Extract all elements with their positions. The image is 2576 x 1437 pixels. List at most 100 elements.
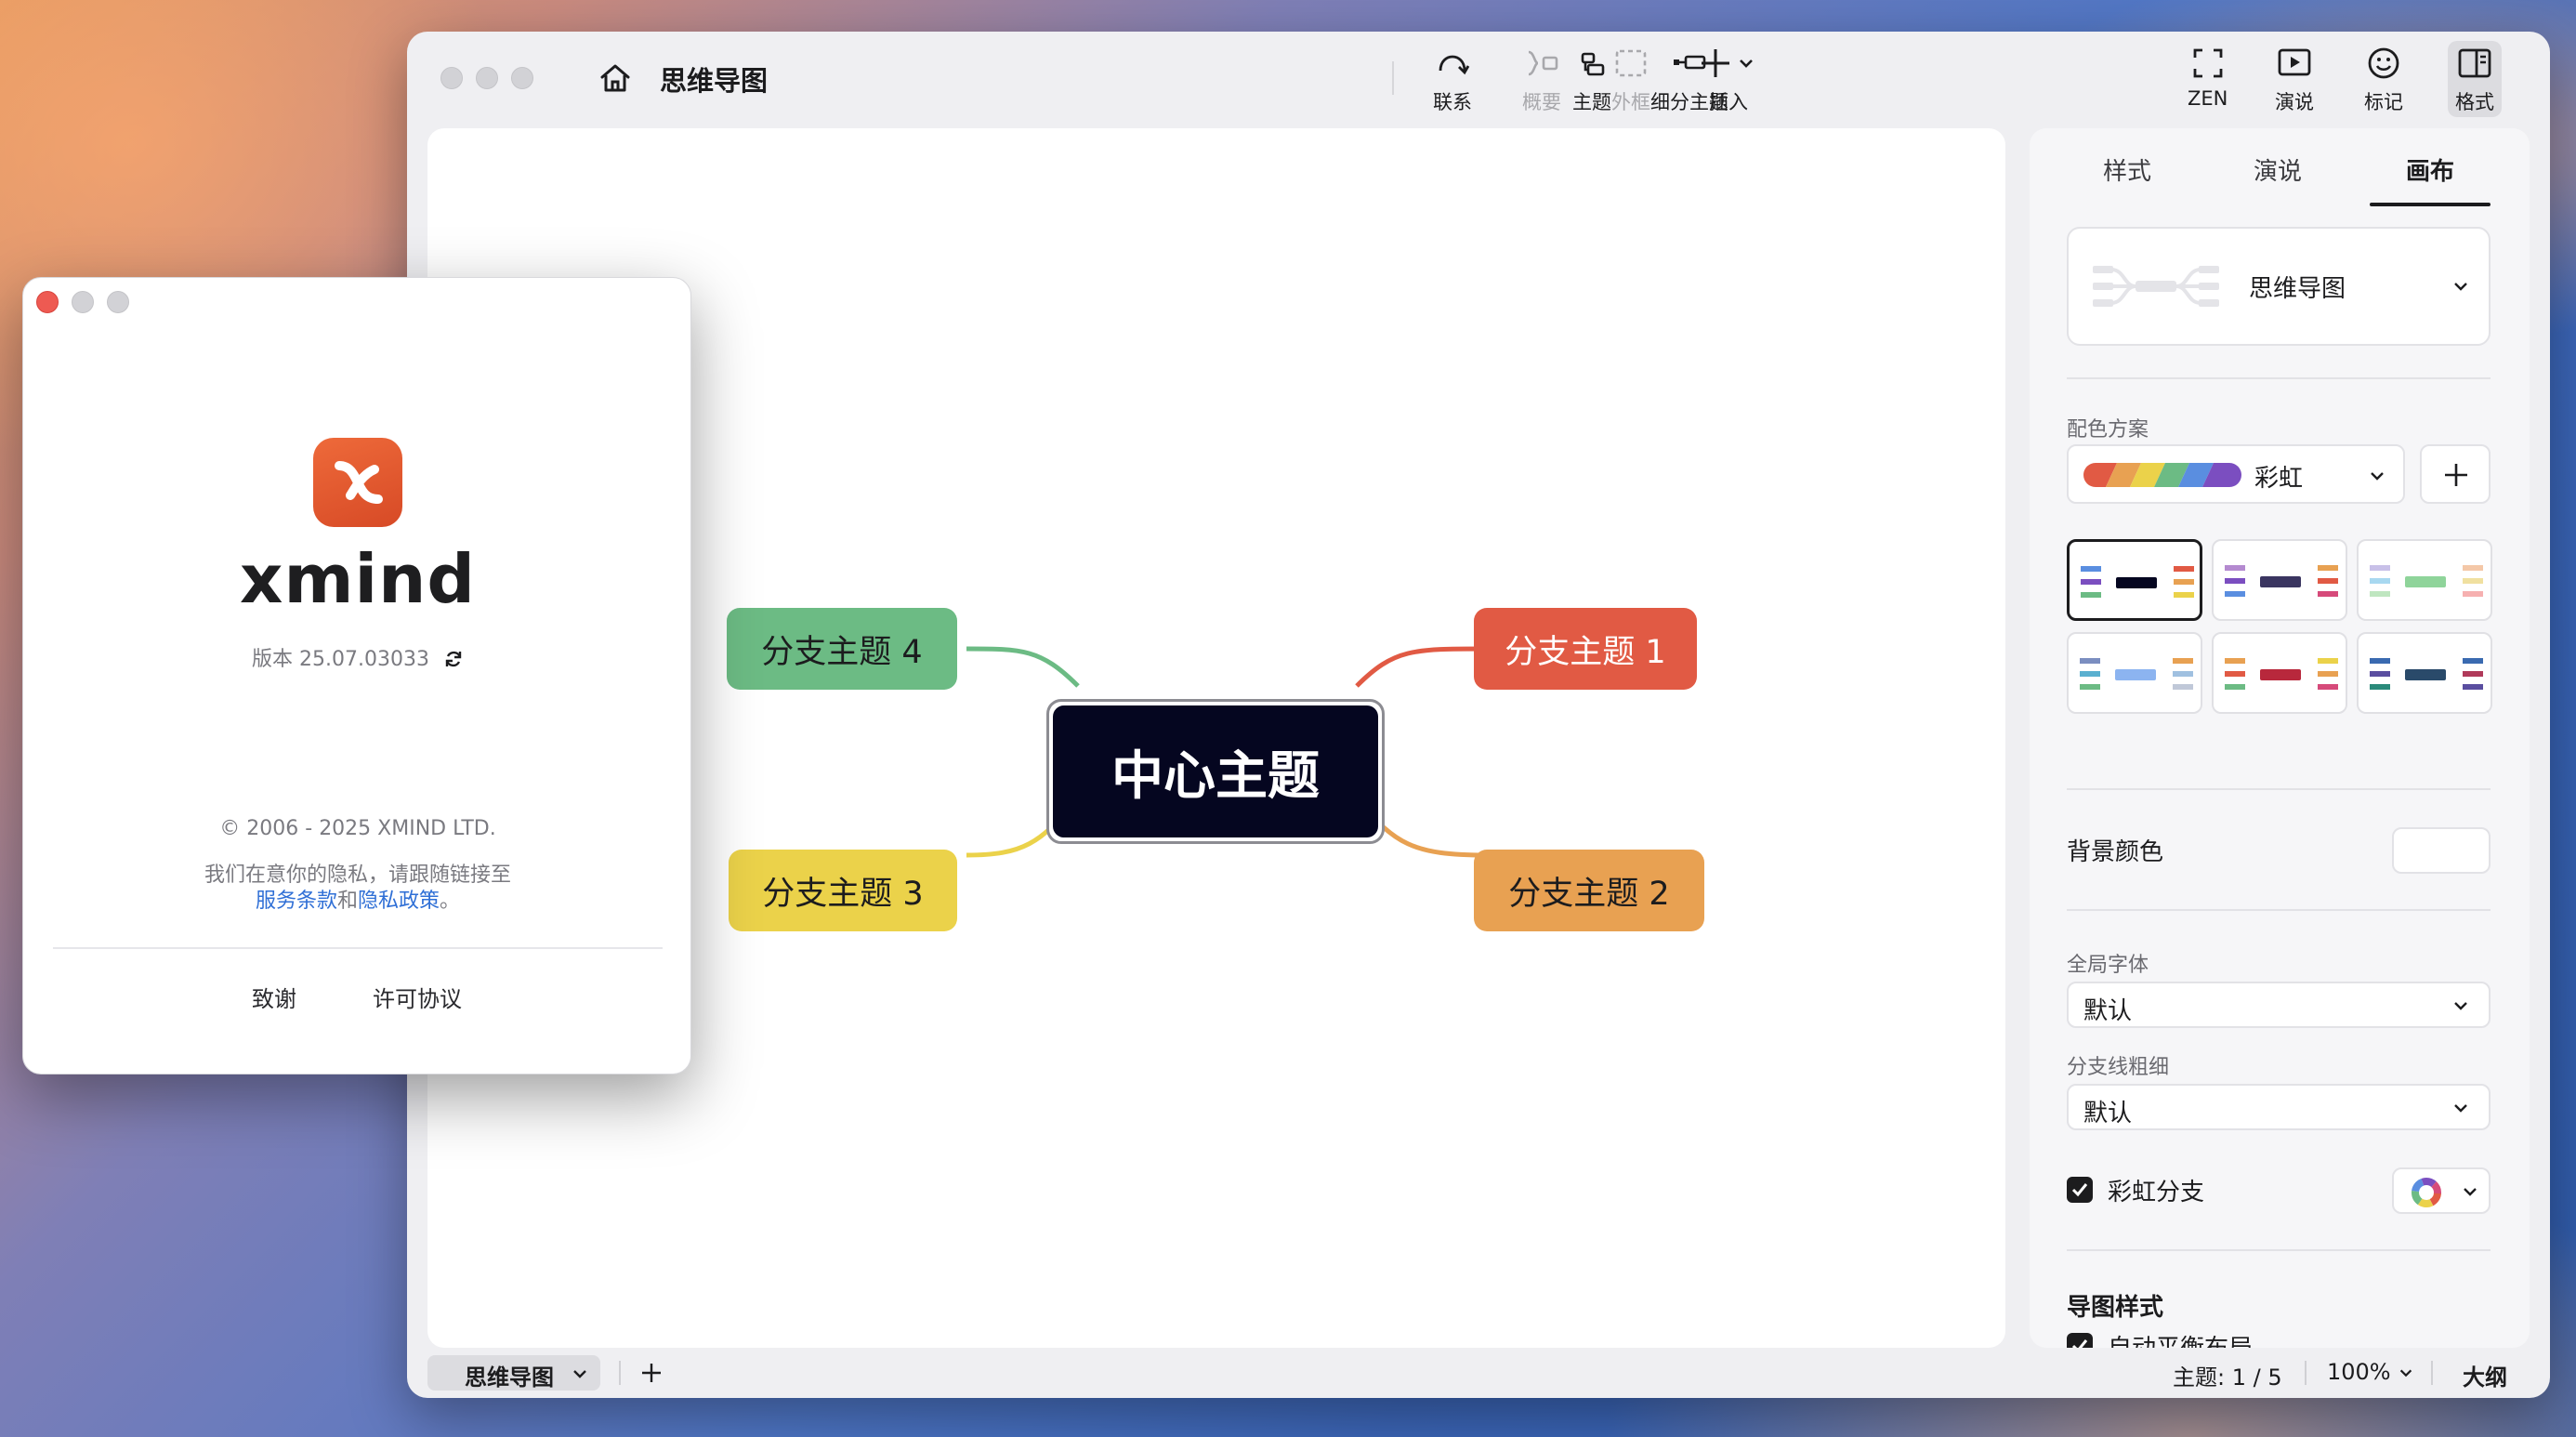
zoom-level[interactable]: 100% xyxy=(2327,1359,2414,1385)
zen-label: ZEN xyxy=(2188,87,2228,110)
central-topic[interactable]: 中心主题 xyxy=(1053,705,1378,837)
dialog-divider xyxy=(53,947,663,949)
zoom-button[interactable] xyxy=(107,291,129,313)
insert-label: 插入 xyxy=(1709,91,1748,113)
add-sheet-icon[interactable] xyxy=(637,1359,665,1387)
color-scheme-value: 彩虹 xyxy=(2254,465,2304,493)
theme-thumbnail-3[interactable] xyxy=(2357,539,2492,621)
theme-thumbnail-5[interactable] xyxy=(2212,632,2347,714)
zen-button[interactable]: ZEN xyxy=(2188,45,2228,110)
background-color-label: 背景颜色 xyxy=(2067,838,2164,866)
branch-width-select[interactable]: 默认 xyxy=(2067,1084,2491,1130)
connector-branch-4 xyxy=(966,646,1080,688)
relationship-button[interactable]: 联系 xyxy=(1433,45,1472,115)
window-controls xyxy=(440,67,533,89)
structure-label: 思维导图 xyxy=(2249,275,2346,303)
branch-topic-1[interactable]: 分支主题 1 xyxy=(1474,608,1697,690)
privacy-link[interactable]: 隐私政策 xyxy=(358,890,440,913)
panel-tabs: 样式 演说 画布 xyxy=(2030,128,2530,210)
connector-branch-1 xyxy=(1355,646,1488,688)
about-dialog: xmind 版本 25.07.03033 © 2006 - 2025 XMIND… xyxy=(22,277,691,1074)
version-row: 版本 25.07.03033 xyxy=(23,642,690,672)
chevron-down-icon xyxy=(573,1370,586,1378)
global-font-value: 默认 xyxy=(2083,997,2133,1025)
boundary-label: 外框 xyxy=(1611,91,1650,113)
main-window: 思维导图 主题 细分主题 联系 概要 外框 插入 ZEN 演说 标记 格式 中心… xyxy=(407,32,2550,1398)
theme-thumbnail-6[interactable] xyxy=(2357,632,2492,714)
section-divider xyxy=(2067,788,2491,790)
copyright-text: © 2006 - 2025 XMIND LTD. xyxy=(219,817,496,840)
xmind-logo-mark xyxy=(335,461,383,504)
toolbar: 思维导图 主题 细分主题 联系 概要 外框 插入 ZEN 演说 标记 格式 xyxy=(407,32,2550,125)
color-scheme-select[interactable]: 彩虹 xyxy=(2067,444,2405,504)
close-button[interactable] xyxy=(36,291,59,313)
outline-button[interactable]: 大纲 xyxy=(2463,1359,2507,1391)
play-icon xyxy=(2278,48,2311,76)
auto-balance-checkbox[interactable] xyxy=(2067,1333,2093,1348)
tab-style[interactable]: 样式 xyxy=(2067,152,2188,187)
chevron-down-icon xyxy=(2371,472,2384,481)
branch-topic-4[interactable]: 分支主题 4 xyxy=(727,608,957,690)
zoom-value: 100% xyxy=(2327,1359,2391,1385)
theme-thumbnail-4[interactable] xyxy=(2067,632,2202,714)
tab-canvas[interactable]: 画布 xyxy=(2370,152,2491,187)
section-divider xyxy=(2067,377,2491,379)
home-icon[interactable] xyxy=(597,59,634,97)
terms-link[interactable]: 服务条款 xyxy=(256,890,337,913)
branch-topic-3[interactable]: 分支主题 3 xyxy=(729,850,957,931)
chevron-down-icon xyxy=(2400,1369,2412,1378)
rainbow-color-select[interactable] xyxy=(2392,1167,2491,1214)
structure-thumbnail-icon xyxy=(2093,266,2219,307)
summary-button[interactable]: 概要 xyxy=(1522,45,1561,115)
plus-icon xyxy=(2445,464,2467,486)
background-color-swatch[interactable] xyxy=(2392,827,2491,874)
zoom-button[interactable] xyxy=(511,67,533,89)
smiley-icon xyxy=(2368,47,2399,79)
auto-balance-label: 自动平衡布局 xyxy=(2108,1329,2253,1348)
boundary-icon xyxy=(1615,49,1647,77)
format-label: 格式 xyxy=(2455,91,2494,113)
period-text: 。 xyxy=(440,890,461,913)
status-divider xyxy=(2305,1361,2307,1385)
format-button[interactable]: 格式 xyxy=(2448,41,2502,117)
relationship-icon xyxy=(1439,55,1470,75)
theme-preview xyxy=(2080,658,2193,690)
theme-thumbnail-2[interactable] xyxy=(2212,539,2347,621)
refresh-icon[interactable] xyxy=(443,649,464,669)
marker-button[interactable]: 标记 xyxy=(2364,45,2403,115)
relationship-label: 联系 xyxy=(1433,91,1472,113)
version-text: 版本 25.07.03033 xyxy=(252,648,429,671)
topic-count: 主题: 1 / 5 xyxy=(2173,1364,2282,1391)
license-button[interactable]: 许可协议 xyxy=(373,981,462,1013)
branch-width-label: 分支线粗细 xyxy=(2067,1056,2170,1079)
credits-button[interactable]: 致谢 xyxy=(252,981,296,1013)
pitch-button[interactable]: 演说 xyxy=(2275,45,2314,115)
tab-pitch[interactable]: 演说 xyxy=(2217,152,2338,187)
minimize-button[interactable] xyxy=(476,67,498,89)
document-title: 思维导图 xyxy=(660,65,769,97)
map-style-heading: 导图样式 xyxy=(2067,1294,2164,1322)
minimize-button[interactable] xyxy=(72,291,94,313)
marker-label: 标记 xyxy=(2364,91,2403,113)
insert-button[interactable]: 插入 xyxy=(1699,45,1758,115)
chevron-down-icon xyxy=(2454,1002,2467,1010)
theme-preview xyxy=(2225,658,2338,690)
sidebar-icon xyxy=(2458,48,2491,78)
topic-button[interactable]: 主题 xyxy=(1572,45,1611,115)
theme-thumbnail-1[interactable] xyxy=(2067,539,2202,621)
branch-topic-2[interactable]: 分支主题 2 xyxy=(1474,850,1704,931)
sheet-tab[interactable]: 思维导图 xyxy=(427,1355,600,1391)
checkmark-icon xyxy=(2071,1183,2088,1197)
fullscreen-icon xyxy=(2193,48,2223,78)
theme-preview xyxy=(2081,566,2194,598)
structure-select[interactable]: 思维导图 xyxy=(2067,227,2491,346)
format-panel: 样式 演说 画布 思维导图 配色方案 彩虹 背景颜色 全局字体 默认 分支线粗细… xyxy=(2030,128,2530,1348)
active-tab-indicator xyxy=(2370,203,2491,206)
add-color-scheme-button[interactable] xyxy=(2420,444,2491,504)
policy-links: 服务条款和隐私政策。 xyxy=(23,884,690,914)
global-font-select[interactable]: 默认 xyxy=(2067,982,2491,1028)
dialog-window-controls xyxy=(36,291,129,313)
rainbow-branch-checkbox[interactable] xyxy=(2067,1177,2093,1203)
boundary-button[interactable]: 外框 xyxy=(1611,45,1650,115)
close-button[interactable] xyxy=(440,67,463,89)
